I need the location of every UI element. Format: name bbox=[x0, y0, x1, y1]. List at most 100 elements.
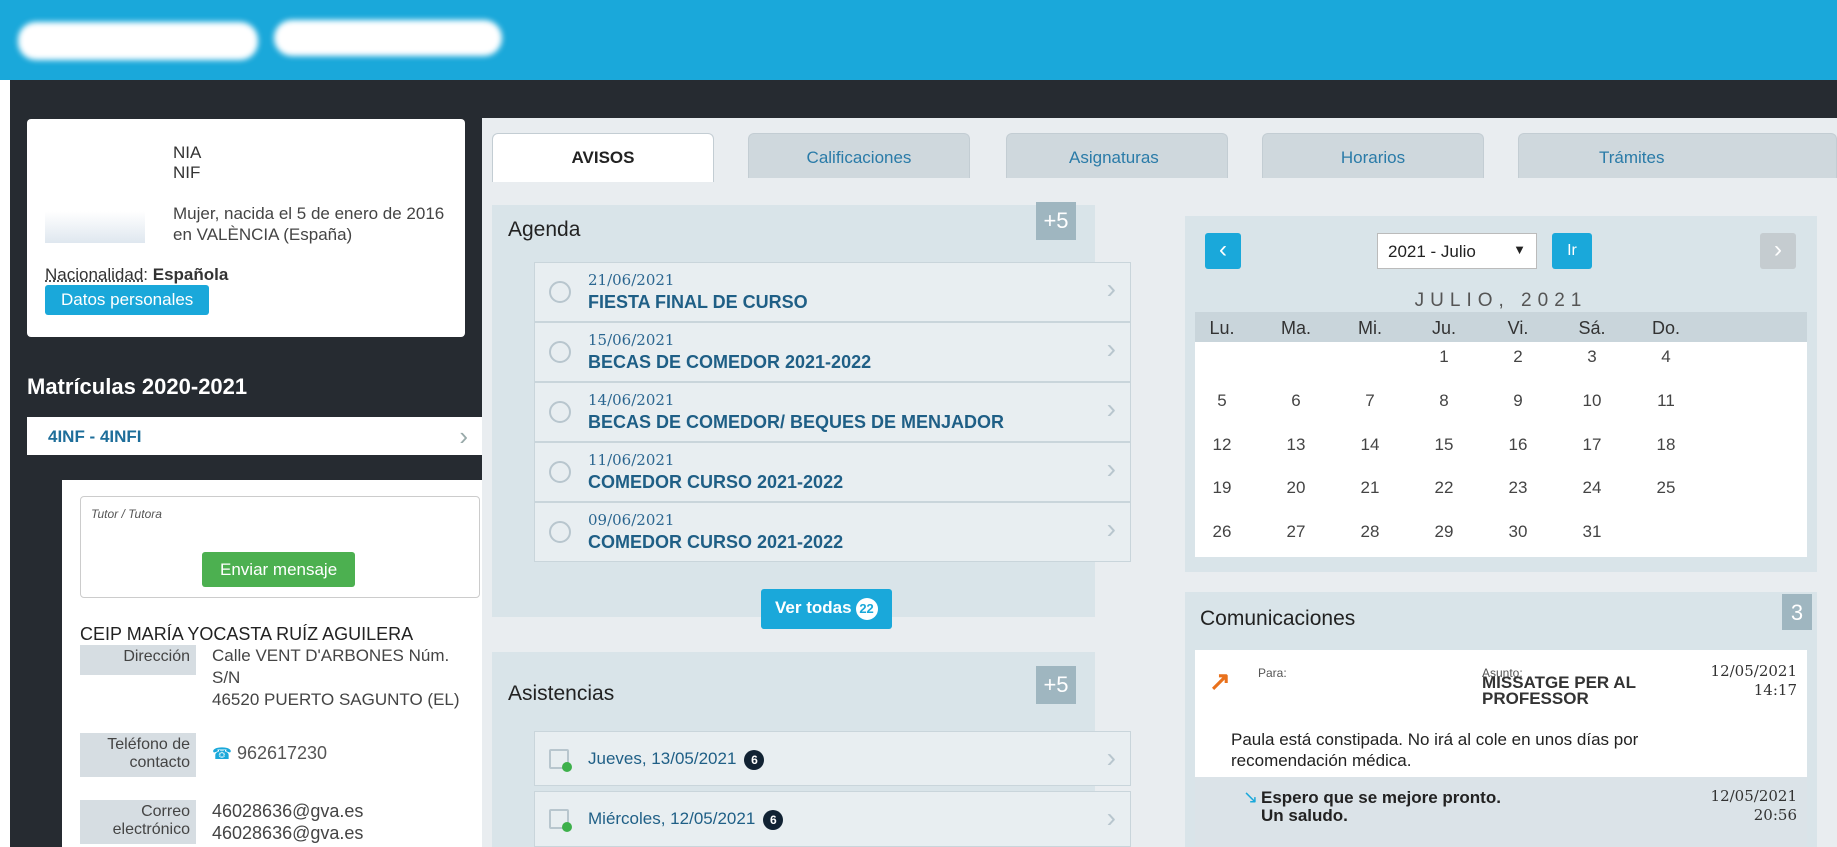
email-label-line: electrónico bbox=[112, 821, 190, 838]
view-all-label: Ver todas bbox=[775, 598, 852, 617]
weekday-label: Do. bbox=[1651, 318, 1680, 338]
calendar-day[interactable]: 28 bbox=[1335, 522, 1405, 542]
calendar-day[interactable]: 26 bbox=[1187, 522, 1257, 542]
calendar-day[interactable]: 5 bbox=[1187, 391, 1257, 411]
calendar-day[interactable]: 20 bbox=[1261, 478, 1331, 498]
calendar-prev-button[interactable]: ‹ bbox=[1205, 233, 1241, 269]
attendance-more-badge[interactable]: +5 bbox=[1036, 666, 1076, 704]
calendar-day[interactable]: 16 bbox=[1483, 435, 1553, 455]
calendar-day[interactable]: 7 bbox=[1335, 391, 1405, 411]
calendar-go-button[interactable]: Ir bbox=[1552, 233, 1592, 269]
view-all-button[interactable]: Ver todas 22 bbox=[761, 589, 892, 629]
school-name: CEIP MARÍA YOCASTA RUÍZ AGUILERA bbox=[80, 624, 414, 644]
clock-icon bbox=[549, 281, 571, 303]
clock-icon bbox=[549, 521, 571, 543]
attendance-item[interactable]: Miércoles, 12/05/2021 6 › bbox=[534, 791, 1131, 847]
tutor-label: Tutor / Tutora bbox=[91, 507, 162, 521]
agenda-item[interactable]: 09/06/2021 COMEDOR CURSO 2021-2022 › bbox=[534, 502, 1131, 562]
calendar-day[interactable]: 4 bbox=[1631, 347, 1701, 367]
email-address: 46028636@gva.es bbox=[212, 823, 364, 843]
calendar-day[interactable]: 18 bbox=[1631, 435, 1701, 455]
calendar-day[interactable]: 10 bbox=[1557, 391, 1627, 411]
email-label: Correo electrónico bbox=[80, 800, 196, 844]
enrollment-item[interactable]: 4INF - 4INFI › bbox=[27, 417, 482, 455]
communication-item[interactable]: ↗ Para: Asunto: MISSATGE PER AL PROFESSO… bbox=[1195, 650, 1807, 847]
reply-text: Espero que se mejore pronto. Un saludo. bbox=[1261, 789, 1501, 825]
email-value[interactable]: 46028636@gva.es 46028636@gva.es bbox=[212, 800, 363, 844]
tab-asignaturas[interactable]: Asignaturas bbox=[1006, 133, 1228, 178]
phone-number: 962617230 bbox=[236, 743, 328, 763]
reply-date: 12/05/2021 bbox=[1710, 787, 1797, 805]
calendar-next-button[interactable]: › bbox=[1760, 233, 1796, 269]
calendar-day[interactable]: 31 bbox=[1557, 522, 1627, 542]
month-select[interactable]: 2021 - Julio ▼ bbox=[1377, 233, 1537, 269]
agenda-item[interactable]: 15/06/2021 BECAS DE COMEDOR 2021-2022 › bbox=[534, 322, 1131, 382]
tutor-box: Tutor / Tutora Enviar mensaje bbox=[80, 496, 480, 598]
agenda-item[interactable]: 14/06/2021 BECAS DE COMEDOR/ BEQUES DE M… bbox=[534, 382, 1131, 442]
nationality-label: Nacionalidad bbox=[45, 265, 144, 284]
calendar-day[interactable]: 9 bbox=[1483, 391, 1553, 411]
phone-value[interactable]: ☎ 962617230 bbox=[212, 742, 327, 766]
calendar-day[interactable]: 22 bbox=[1409, 478, 1479, 498]
calendar-day[interactable]: 21 bbox=[1335, 478, 1405, 498]
communication-subject: MISSATGE PER AL PROFESSOR bbox=[1482, 673, 1636, 708]
communications-count-badge[interactable]: 3 bbox=[1782, 594, 1812, 630]
agenda-item-title: COMEDOR CURSO 2021-2022 bbox=[588, 472, 844, 492]
agenda-item-date: 11/06/2021 bbox=[588, 451, 675, 469]
enrollment-detail-panel: Tutor / Tutora Enviar mensaje CEIP MARÍA… bbox=[62, 480, 482, 847]
calendar-day[interactable]: 15 bbox=[1409, 435, 1479, 455]
outgoing-arrow-icon: ↗ bbox=[1209, 666, 1231, 696]
calendar-day[interactable]: 23 bbox=[1483, 478, 1553, 498]
student-description: Mujer, nacida el 5 de enero de 2016 en V… bbox=[173, 203, 463, 245]
agenda-item-title: BECAS DE COMEDOR 2021-2022 bbox=[588, 352, 872, 372]
calendar-day[interactable]: 29 bbox=[1409, 522, 1479, 542]
address-label: Dirección bbox=[80, 645, 196, 675]
communications-title: Comunicaciones bbox=[1200, 607, 1356, 630]
nia-label: NIA bbox=[173, 143, 202, 162]
calendar-day[interactable]: 11 bbox=[1631, 391, 1701, 411]
enrollment-title: Matrículas 2020-2021 bbox=[27, 374, 248, 399]
agenda-more-badge[interactable]: +5 bbox=[1036, 202, 1076, 240]
calendar-day[interactable]: 13 bbox=[1261, 435, 1331, 455]
chevron-right-icon: › bbox=[1106, 273, 1116, 304]
calendar-day[interactable]: 30 bbox=[1483, 522, 1553, 542]
agenda-item[interactable]: 21/06/2021 FIESTA FINAL DE CURSO › bbox=[534, 262, 1131, 322]
calendar-day[interactable]: 27 bbox=[1261, 522, 1331, 542]
view-all-count: 22 bbox=[855, 598, 878, 620]
agenda-item[interactable]: 11/06/2021 COMEDOR CURSO 2021-2022 › bbox=[534, 442, 1131, 502]
calendar-day[interactable]: 24 bbox=[1557, 478, 1627, 498]
blurred-school-name bbox=[274, 20, 502, 56]
communication-time: 14:17 bbox=[1753, 681, 1797, 699]
calendar-day[interactable]: 12 bbox=[1187, 435, 1257, 455]
calendar-day[interactable]: 25 bbox=[1631, 478, 1701, 498]
calendar-day[interactable]: 19 bbox=[1187, 478, 1257, 498]
communication-body: Paula está constipada. No irá al cole en… bbox=[1231, 730, 1639, 770]
tab-asignaturas-label: Asignaturas bbox=[1069, 148, 1159, 167]
communication-datetime: 12/05/2021 14:17 bbox=[1711, 662, 1797, 700]
send-message-button[interactable]: Enviar mensaje bbox=[202, 552, 356, 587]
blurred-logo bbox=[18, 22, 258, 60]
phone-label-line: contacto bbox=[129, 754, 190, 771]
calendar-day[interactable]: 17 bbox=[1557, 435, 1627, 455]
reply-item[interactable]: ↘ Espero que se mejore pronto. Un saludo… bbox=[1195, 777, 1807, 847]
tab-calificaciones[interactable]: Calificaciones bbox=[748, 133, 970, 178]
calendar-check-icon bbox=[549, 809, 572, 832]
calendar-month-title: JULIO, 2021 bbox=[1414, 290, 1588, 311]
calendar-day[interactable]: 6 bbox=[1261, 391, 1331, 411]
phone-label-line: Teléfono de bbox=[107, 736, 190, 753]
personal-data-button[interactable]: Datos personales bbox=[45, 285, 210, 315]
tab-horarios[interactable]: Horarios bbox=[1262, 133, 1484, 178]
calendar-day[interactable]: 3 bbox=[1557, 347, 1627, 367]
incoming-arrow-icon: ↘ bbox=[1243, 787, 1259, 807]
tab-avisos[interactable]: AVISOS bbox=[492, 133, 714, 182]
attendance-item[interactable]: Jueves, 13/05/2021 6 › bbox=[534, 731, 1131, 786]
calendar-day[interactable]: 2 bbox=[1483, 347, 1553, 367]
calendar-day[interactable]: 1 bbox=[1409, 347, 1479, 367]
calendar-day[interactable]: 14 bbox=[1335, 435, 1405, 455]
clock-icon bbox=[549, 461, 571, 483]
weekday-label: Sá. bbox=[1578, 318, 1606, 338]
attendance-date: Jueves, 13/05/2021 bbox=[588, 749, 737, 768]
tab-tramites[interactable]: Trámites bbox=[1518, 133, 1837, 178]
calendar-day[interactable]: 8 bbox=[1409, 391, 1479, 411]
agenda-item-date: 21/06/2021 bbox=[588, 271, 675, 289]
